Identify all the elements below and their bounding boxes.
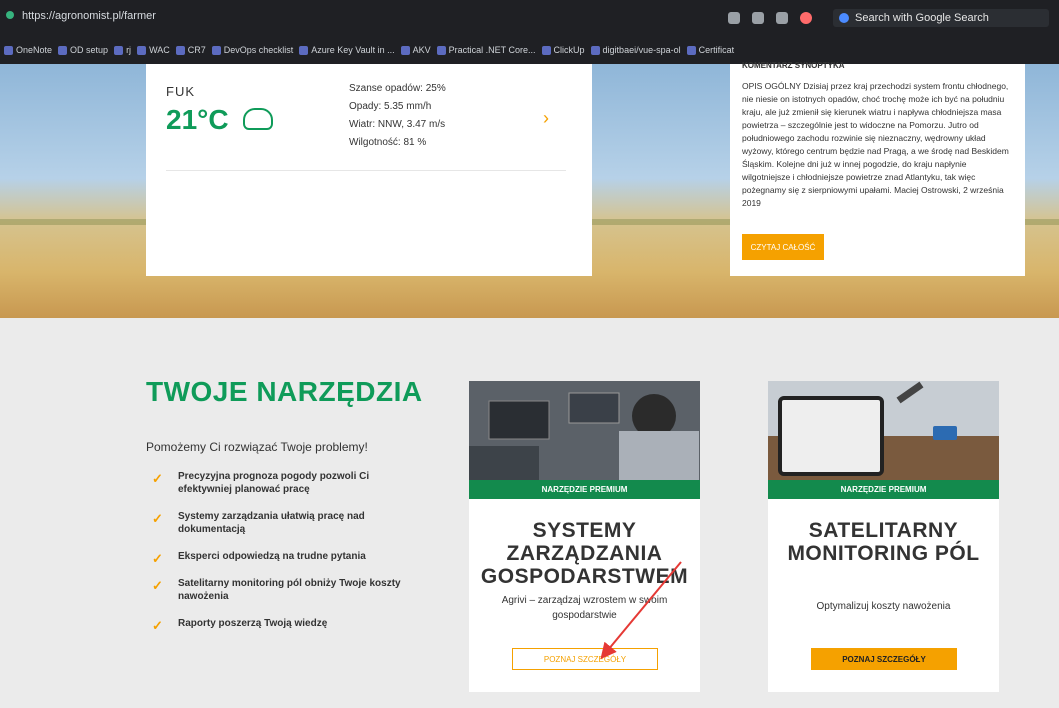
check-icon: ✓ bbox=[152, 618, 163, 633]
folder-icon bbox=[686, 45, 696, 55]
onenote-icon bbox=[4, 45, 13, 55]
wind: Wiatr: NNW, 3.47 m/s bbox=[349, 119, 446, 130]
shield-icon[interactable] bbox=[752, 12, 764, 24]
azure-icon bbox=[299, 45, 309, 55]
tools-section: TWOJE NARZĘDZIA Pomożemy Ci rozwiązać Tw… bbox=[0, 318, 1059, 708]
check-icon: ✓ bbox=[152, 511, 163, 526]
partly-cloudy-icon bbox=[243, 108, 273, 130]
bookmark[interactable]: OD setup bbox=[58, 45, 108, 55]
description-heading: KOMENTARZ SYNOPTYKA bbox=[742, 61, 845, 70]
weather-card: FUK 21°C Szanse opadów: 25% Opady: 5.35 … bbox=[146, 64, 592, 276]
learn-more-button[interactable]: POZNAJ SZCZEGÓŁY bbox=[512, 648, 658, 670]
cr7-icon bbox=[175, 45, 185, 55]
browser-chrome: https://agronomist.pl/farmer Search with… bbox=[0, 0, 1059, 64]
card-title: SATELITARNY MONITORING PÓL bbox=[787, 519, 980, 565]
google-search-placeholder: Search with Google Search bbox=[855, 12, 989, 24]
google-search-box[interactable]: Search with Google Search bbox=[833, 9, 1049, 27]
weather-city: FUK bbox=[166, 84, 195, 99]
tablet-icon bbox=[778, 396, 884, 476]
play-icon[interactable] bbox=[776, 12, 788, 24]
tools-benefits-list: ✓ Precyzyjna prognoza pogody pozwoli Ci e… bbox=[152, 470, 412, 644]
satellite-monitoring-card: NARZĘDZIE PREMIUM SATELITARNY MONITORING… bbox=[768, 381, 999, 692]
bookmark[interactable]: AKV bbox=[400, 45, 431, 55]
akv-icon bbox=[400, 45, 410, 55]
clickup-icon bbox=[541, 45, 551, 55]
tools-title: TWOJE NARZĘDZIA bbox=[146, 376, 423, 407]
humidity: Wilgotność: 81 % bbox=[349, 137, 427, 148]
check-icon: ✓ bbox=[152, 471, 163, 486]
premium-badge: NARZĘDZIE PREMIUM bbox=[469, 480, 700, 499]
list-item: ✓ Raporty poszerzą Twoją wiedzę bbox=[152, 618, 328, 633]
heart-icon[interactable] bbox=[800, 12, 812, 24]
google-icon bbox=[839, 13, 849, 23]
weather-temperature: 21°C bbox=[166, 104, 229, 135]
card-description: Agrivi – zarządzaj wzrostem w swoim gosp… bbox=[501, 595, 668, 621]
bookmark[interactable]: Azure Key Vault in ... bbox=[299, 45, 395, 55]
precipitation: Opady: 5.35 mm/h bbox=[349, 101, 432, 112]
satellite-field-image bbox=[768, 381, 999, 480]
list-item: ✓ Eksperci odpowiedzą na trudne pytania bbox=[152, 551, 366, 566]
read-more-button[interactable]: CZYTAJ CAŁOŚĆ bbox=[742, 234, 824, 260]
url-text[interactable]: https://agronomist.pl/farmer bbox=[22, 10, 156, 22]
bookmark[interactable]: DevOps checklist bbox=[211, 45, 293, 55]
farm-management-card: NARZĘDZIE PREMIUM SYSTEMY ZARZĄDZANIA GO… bbox=[469, 381, 700, 692]
card-title: SYSTEMY ZARZĄDZANIA GOSPODARSTWEM bbox=[480, 519, 689, 588]
description-text: OPIS OGÓLNY Dzisiaj przez kraj przechodz… bbox=[742, 81, 1009, 208]
bookmark[interactable]: rj bbox=[114, 45, 131, 55]
rain-chance: Szanse opadów: 25% bbox=[349, 83, 446, 94]
forecast-description-card: KOMENTARZ SYNOPTYKA OPIS OGÓLNY Dzisiaj … bbox=[730, 61, 1025, 276]
bookmark[interactable]: CR7 bbox=[175, 45, 206, 55]
bookmark[interactable]: OneNote bbox=[4, 45, 52, 55]
premium-badge: NARZĘDZIE PREMIUM bbox=[768, 480, 999, 499]
bookmark[interactable]: WAC bbox=[137, 45, 170, 55]
weather-details: Szanse opadów: 25% Opady: 5.35 mm/h Wiat… bbox=[349, 80, 446, 152]
divider bbox=[166, 170, 566, 171]
bookmark[interactable]: digitbaei/vue-spa-ol bbox=[590, 45, 681, 55]
bookmark[interactable]: Practical .NET Core... bbox=[436, 45, 536, 55]
bookmarks-bar: OneNote OD setup rj WAC CR7 DevOps check… bbox=[0, 38, 1059, 62]
bookmark[interactable]: ClickUp bbox=[541, 45, 585, 55]
check-icon: ✓ bbox=[152, 578, 163, 593]
list-item: ✓ Precyzyjna prognoza pogody pozwoli Ci e… bbox=[152, 471, 370, 495]
devops-icon bbox=[211, 45, 221, 55]
chevron-right-icon[interactable]: › bbox=[543, 108, 549, 129]
check-icon: ✓ bbox=[152, 551, 163, 566]
screenshot-icon[interactable] bbox=[728, 12, 740, 24]
learn-more-button[interactable]: POZNAJ SZCZEGÓŁY bbox=[811, 648, 957, 670]
tractor-icon bbox=[933, 426, 957, 440]
card-description: Optymalizuj koszty nawożenia bbox=[816, 601, 951, 612]
bookmark[interactable]: Certificat bbox=[686, 45, 734, 55]
github-icon bbox=[590, 45, 600, 55]
browser-toolbar bbox=[728, 9, 812, 27]
secure-site-icon bbox=[6, 11, 14, 19]
tools-subtitle: Pomożemy Ci rozwiązać Twoje problemy! bbox=[146, 440, 368, 454]
setup-icon bbox=[58, 45, 68, 55]
farmer-illustration bbox=[469, 381, 700, 480]
github-icon bbox=[114, 45, 124, 55]
list-item: ✓ Systemy zarządzania ułatwią pracę nad d… bbox=[152, 511, 365, 535]
dotnet-icon bbox=[436, 45, 446, 55]
wac-icon bbox=[137, 45, 147, 55]
list-item: ✓ Satelitarny monitoring pól obniży Twoje… bbox=[152, 578, 401, 602]
farmer-tablet-image bbox=[469, 381, 700, 480]
